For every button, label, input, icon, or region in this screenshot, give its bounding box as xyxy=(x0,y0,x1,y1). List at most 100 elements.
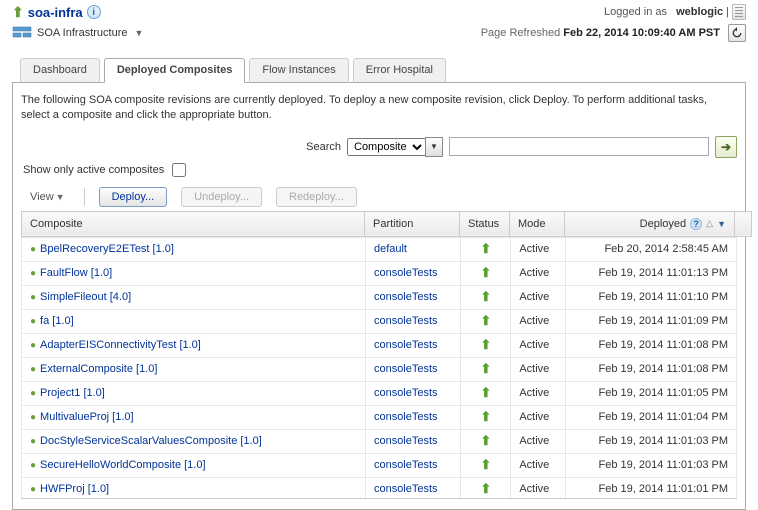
deployed-cell: Feb 19, 2014 11:01:13 PM xyxy=(566,261,737,285)
title-block: ⬆ soa-infra i xyxy=(12,4,101,21)
bullet-icon: ● xyxy=(30,268,36,279)
deployed-cell: Feb 19, 2014 11:01:09 PM xyxy=(566,309,737,333)
tab-flow-instances[interactable]: Flow Instances xyxy=(249,58,348,83)
sort-descending-icon[interactable]: ▼ xyxy=(717,219,726,229)
column-mode[interactable]: Mode xyxy=(510,211,565,236)
status-up-icon: ⬆ xyxy=(480,433,491,448)
table-row[interactable]: ●MultivalueProj [1.0]consoleTests⬆Active… xyxy=(22,405,737,429)
tab-deployed-composites[interactable]: Deployed Composites xyxy=(104,58,246,83)
mode-cell: Active xyxy=(511,333,566,357)
deploy-button[interactable]: Deploy... xyxy=(99,187,168,207)
composite-link[interactable]: MultivalueProj [1.0] xyxy=(40,411,134,423)
bullet-icon: ● xyxy=(30,412,36,423)
search-type-dropdown-button[interactable]: ▼ xyxy=(425,137,443,157)
filter-row: Show only active composites xyxy=(21,163,737,177)
composite-link[interactable]: Project1 [1.0] xyxy=(40,387,105,399)
composites-table-scroll[interactable]: ● BpelRecoveryE2ETest [1.0] default ⬆ Active… xyxy=(21,237,737,499)
chevron-down-icon: ▼ xyxy=(134,28,143,38)
refresh-block: Page Refreshed Feb 22, 2014 10:09:40 AM … xyxy=(481,24,746,42)
deployed-cell: Feb 19, 2014 11:01:03 PM xyxy=(566,429,737,453)
search-input[interactable] xyxy=(449,137,709,156)
partition-link[interactable]: consoleTests xyxy=(374,459,438,471)
deployed-cell: Feb 19, 2014 11:01:10 PM xyxy=(566,285,737,309)
column-composite[interactable]: Composite xyxy=(22,211,365,236)
chevron-down-icon: ▼ xyxy=(430,142,438,151)
composite-link[interactable]: FaultFlow [1.0] xyxy=(40,267,112,279)
partition-link[interactable]: consoleTests xyxy=(374,387,438,399)
partition-link[interactable]: consoleTests xyxy=(374,315,438,327)
scrollbar-header-spacer xyxy=(735,211,752,236)
composite-link[interactable]: BpelRecoveryE2ETest [1.0] xyxy=(40,243,174,255)
refresh-button[interactable] xyxy=(728,24,746,42)
search-go-button[interactable]: ➔ xyxy=(715,136,737,158)
bullet-icon: ● xyxy=(30,484,36,495)
mode-cell: Active xyxy=(511,309,566,333)
status-up-icon: ⬆ xyxy=(480,289,491,304)
table-row[interactable]: ●AdapterEISConnectivityTest [1.0]console… xyxy=(22,333,737,357)
partition-link[interactable]: consoleTests xyxy=(374,483,438,495)
partition-link[interactable]: consoleTests xyxy=(374,291,438,303)
table-row[interactable]: ●fa [1.0]consoleTests⬆ActiveFeb 19, 2014… xyxy=(22,309,737,333)
chevron-down-icon: ▼ xyxy=(56,192,65,202)
deployed-cell: Feb 19, 2014 11:01:03 PM xyxy=(566,453,737,477)
search-row: Search Composite ▼ ➔ xyxy=(21,136,737,158)
composite-link[interactable]: DocStyleServiceScalarValuesComposite [1.… xyxy=(40,435,262,447)
status-up-icon: ⬆ xyxy=(480,313,491,328)
table-row[interactable]: ●HWFProj [1.0]consoleTests⬆ActiveFeb 19,… xyxy=(22,477,737,499)
subtitle-block[interactable]: SOA Infrastructure ▼ xyxy=(12,26,143,40)
partition-link[interactable]: consoleTests xyxy=(374,363,438,375)
table-row[interactable]: ●Project1 [1.0]consoleTests⬆ActiveFeb 19… xyxy=(22,381,737,405)
status-up-icon: ⬆ xyxy=(12,4,24,21)
composite-link[interactable]: HWFProj [1.0] xyxy=(40,483,109,495)
mode-cell: Active xyxy=(511,357,566,381)
mode-cell: Active xyxy=(511,453,566,477)
deployed-cell: Feb 19, 2014 11:01:08 PM xyxy=(566,333,737,357)
search-label: Search xyxy=(306,141,341,153)
deployed-cell: Feb 20, 2014 2:58:45 AM xyxy=(566,237,737,261)
partition-link[interactable]: consoleTests xyxy=(374,339,438,351)
composite-link[interactable]: AdapterEISConnectivityTest [1.0] xyxy=(40,339,201,351)
help-icon[interactable]: ? xyxy=(690,218,702,230)
tab-dashboard[interactable]: Dashboard xyxy=(20,58,100,83)
composite-link[interactable]: SimpleFileout [4.0] xyxy=(40,291,131,303)
sort-ascending-icon[interactable]: △ xyxy=(706,218,713,229)
deployed-cell: Feb 19, 2014 11:01:08 PM xyxy=(566,357,737,381)
toolbar-separator xyxy=(84,188,85,206)
toolbar: View ▼ Deploy... Undeploy... Redeploy... xyxy=(21,187,737,211)
login-block: Logged in as weblogic | xyxy=(604,4,746,20)
column-partition[interactable]: Partition xyxy=(365,211,460,236)
view-menu-button[interactable]: View ▼ xyxy=(25,188,70,206)
table-row[interactable]: ● DocStyleServiceScalarValuesComposite [1… xyxy=(22,429,737,453)
username: weblogic xyxy=(676,6,723,18)
show-active-checkbox[interactable] xyxy=(172,163,186,177)
partition-link[interactable]: consoleTests xyxy=(374,435,438,447)
partition-link[interactable]: consoleTests xyxy=(374,267,438,279)
subtitle-menu[interactable]: SOA Infrastructure xyxy=(37,27,127,39)
bullet-icon: ● xyxy=(30,364,36,375)
composite-link[interactable]: SecureHelloWorldComposite [1.0] xyxy=(40,459,205,471)
bullet-icon: ● xyxy=(30,292,36,303)
partition-link[interactable]: default xyxy=(374,243,407,255)
document-icon[interactable] xyxy=(732,4,746,20)
partition-link[interactable]: consoleTests xyxy=(374,411,438,423)
info-icon[interactable]: i xyxy=(87,5,101,19)
composite-link[interactable]: ExternalComposite [1.0] xyxy=(40,363,157,375)
search-type-select[interactable]: Composite xyxy=(347,138,426,156)
deployed-cell: Feb 19, 2014 11:01:04 PM xyxy=(566,405,737,429)
table-row[interactable]: ●SecureHelloWorldComposite [1.0]consoleT… xyxy=(22,453,737,477)
composite-link[interactable]: fa [1.0] xyxy=(40,315,74,327)
table-row[interactable]: ●SimpleFileout [4.0]consoleTests⬆ActiveF… xyxy=(22,285,737,309)
deployed-cell: Feb 19, 2014 11:01:05 PM xyxy=(566,381,737,405)
bullet-icon: ● xyxy=(30,388,36,399)
table-row[interactable]: ●BpelRecoveryE2ETest [1.0]default⬆Active… xyxy=(22,237,737,261)
column-status[interactable]: Status xyxy=(460,211,510,236)
status-up-icon: ⬆ xyxy=(480,457,491,472)
column-deployed[interactable]: Deployed ? △ ▼ xyxy=(565,211,735,236)
table-row[interactable]: ●FaultFlow [1.0]consoleTests⬆ActiveFeb 1… xyxy=(22,261,737,285)
app-title-link[interactable]: soa-infra xyxy=(28,5,83,20)
status-up-icon: ⬆ xyxy=(480,241,491,256)
bullet-icon: ● xyxy=(30,436,36,447)
tab-error-hospital[interactable]: Error Hospital xyxy=(353,58,446,83)
status-up-icon: ⬆ xyxy=(480,385,491,400)
table-row[interactable]: ●ExternalComposite [1.0]consoleTests⬆Act… xyxy=(22,357,737,381)
